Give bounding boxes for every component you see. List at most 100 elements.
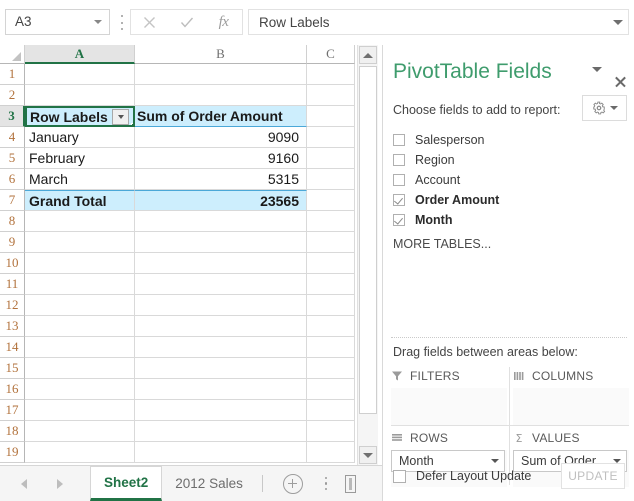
row-header-3[interactable]: 3 (0, 106, 25, 127)
row-header-7[interactable]: 7 (0, 190, 25, 211)
selection-fill-handle[interactable] (131, 123, 133, 125)
cancel-icon[interactable] (131, 10, 168, 34)
cell-C12[interactable] (307, 295, 355, 316)
name-box[interactable]: A3 (5, 9, 110, 35)
row-header-11[interactable]: 11 (0, 274, 25, 295)
drop-zone-filters[interactable]: FILTERS (391, 367, 507, 425)
cell-B18[interactable] (135, 421, 307, 442)
cell-C8[interactable] (307, 211, 355, 232)
enter-icon[interactable] (168, 10, 205, 34)
cell-A3[interactable]: Row Labels (25, 106, 135, 127)
cell-B10[interactable] (135, 253, 307, 274)
cell-C15[interactable] (307, 358, 355, 379)
cell-C7[interactable] (307, 190, 355, 211)
cell-A19[interactable] (25, 442, 135, 463)
cell-A2[interactable] (25, 85, 135, 106)
cell-A14[interactable] (25, 337, 135, 358)
cell-B15[interactable] (135, 358, 307, 379)
cell-B14[interactable] (135, 337, 307, 358)
field-checkbox-month[interactable] (393, 214, 405, 226)
panel-collapse-icon[interactable] (592, 67, 602, 90)
cell-A5[interactable]: February (25, 148, 135, 169)
scroll-up-icon[interactable] (359, 46, 377, 64)
cell-C3[interactable] (307, 106, 355, 127)
row-header-18[interactable]: 18 (0, 421, 25, 442)
row-header-19[interactable]: 19 (0, 442, 25, 463)
row-labels-filter-button[interactable] (112, 108, 129, 125)
row-header-8[interactable]: 8 (0, 211, 25, 232)
row-header-9[interactable]: 9 (0, 232, 25, 253)
formula-expand-icon[interactable] (608, 19, 628, 25)
select-all-button[interactable] (0, 45, 25, 64)
update-button[interactable]: UPDATE (561, 463, 625, 489)
row-header-16[interactable]: 16 (0, 379, 25, 400)
cell-B4[interactable]: 9090 (135, 127, 307, 148)
cell-C18[interactable] (307, 421, 355, 442)
cell-B6[interactable]: 5315 (135, 169, 307, 190)
row-header-12[interactable]: 12 (0, 295, 25, 316)
cell-C14[interactable] (307, 337, 355, 358)
cell-A12[interactable] (25, 295, 135, 316)
cell-B11[interactable] (135, 274, 307, 295)
row-header-17[interactable]: 17 (0, 400, 25, 421)
sheet-prev-icon[interactable] (18, 478, 30, 490)
zone-body-columns[interactable] (513, 388, 629, 425)
drop-zone-columns[interactable]: COLUMNS (513, 367, 629, 425)
cell-B1[interactable] (135, 64, 307, 85)
column-header-c[interactable]: C (307, 45, 355, 64)
cell-C10[interactable] (307, 253, 355, 274)
scrollbar-thumb[interactable] (359, 66, 377, 414)
cell-A8[interactable] (25, 211, 135, 232)
cell-A16[interactable] (25, 379, 135, 400)
cell-C19[interactable] (307, 442, 355, 463)
cell-C6[interactable] (307, 169, 355, 190)
field-item-month[interactable]: Month (383, 210, 634, 230)
cell-B2[interactable] (135, 85, 307, 106)
cell-A4[interactable]: January (25, 127, 135, 148)
cell-A10[interactable] (25, 253, 135, 274)
cell-C9[interactable] (307, 232, 355, 253)
insert-function-icon[interactable]: fx (205, 10, 242, 34)
row-header-2[interactable]: 2 (0, 85, 25, 106)
sheet-next-icon[interactable] (54, 478, 66, 490)
cell-B7[interactable]: 23565 (135, 190, 307, 211)
cell-A9[interactable] (25, 232, 135, 253)
sheet-menu-icon[interactable] (324, 476, 328, 491)
field-checkbox-region[interactable] (393, 154, 405, 166)
defer-layout-checkbox[interactable] (393, 469, 406, 483)
row-header-13[interactable]: 13 (0, 316, 25, 337)
row-header-1[interactable]: 1 (0, 64, 25, 85)
formula-input[interactable]: Row Labels (248, 9, 629, 35)
row-header-6[interactable]: 6 (0, 169, 25, 190)
cell-A7[interactable]: Grand Total (25, 190, 135, 211)
cell-A13[interactable] (25, 316, 135, 337)
sheet-tab-2012-sales[interactable]: 2012 Sales (162, 466, 256, 501)
cell-B16[interactable] (135, 379, 307, 400)
cell-B12[interactable] (135, 295, 307, 316)
cell-A17[interactable] (25, 400, 135, 421)
field-item-region[interactable]: Region (383, 150, 634, 170)
cell-B5[interactable]: 9160 (135, 148, 307, 169)
panel-close-icon[interactable] (614, 75, 627, 88)
more-tables-link[interactable]: MORE TABLES... (393, 237, 491, 251)
cell-B13[interactable] (135, 316, 307, 337)
cell-C13[interactable] (307, 316, 355, 337)
row-header-4[interactable]: 4 (0, 127, 25, 148)
row-header-5[interactable]: 5 (0, 148, 25, 169)
cell-A15[interactable] (25, 358, 135, 379)
cell-A11[interactable] (25, 274, 135, 295)
add-sheet-icon[interactable] (282, 473, 303, 494)
cell-B8[interactable] (135, 211, 307, 232)
cell-C11[interactable] (307, 274, 355, 295)
cell-B3[interactable]: Sum of Order Amount (135, 106, 307, 127)
cell-A1[interactable] (25, 64, 135, 85)
zone-body-filters[interactable] (391, 388, 507, 425)
sheet-tab-sheet2[interactable]: Sheet2 (90, 466, 163, 501)
cell-B9[interactable] (135, 232, 307, 253)
cell-C4[interactable] (307, 127, 355, 148)
formula-bar-ellipsis-icon[interactable] (117, 15, 127, 30)
cell-C2[interactable] (307, 85, 355, 106)
cell-C5[interactable] (307, 148, 355, 169)
cell-A6[interactable]: March (25, 169, 135, 190)
vertical-scrollbar[interactable] (357, 45, 378, 465)
